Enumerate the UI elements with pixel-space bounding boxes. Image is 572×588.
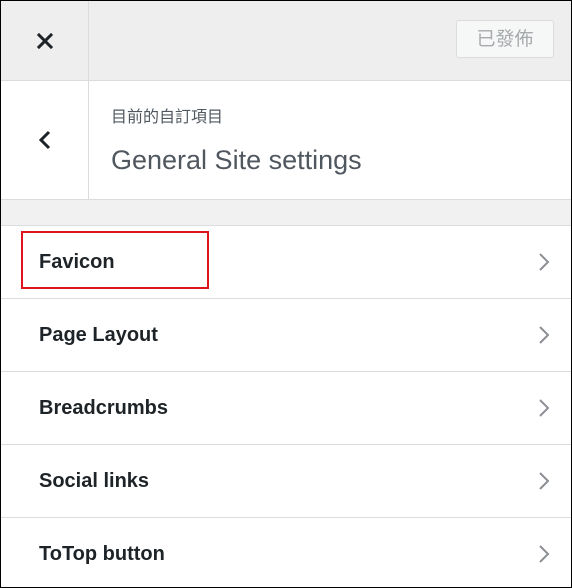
customizer-panel: 已發佈 目前的自訂項目 General Site settings Favico… bbox=[0, 0, 572, 588]
section-item-social-links[interactable]: Social links bbox=[1, 445, 571, 518]
chevron-right-icon bbox=[539, 399, 550, 417]
section-spacer bbox=[1, 200, 571, 226]
panel-header: 目前的自訂項目 General Site settings bbox=[1, 81, 571, 200]
panel-title: General Site settings bbox=[111, 145, 362, 175]
chevron-right-icon bbox=[539, 472, 550, 490]
chevron-right-icon bbox=[539, 253, 550, 271]
close-icon bbox=[36, 32, 53, 49]
back-button[interactable] bbox=[1, 81, 89, 199]
section-item-label: Favicon bbox=[39, 251, 115, 273]
section-item-page-layout[interactable]: Page Layout bbox=[1, 299, 571, 372]
close-button[interactable] bbox=[1, 1, 89, 80]
section-list: Favicon Page Layout Breadcrumbs Social l… bbox=[1, 226, 571, 587]
publish-button[interactable]: 已發佈 bbox=[456, 20, 554, 58]
chevron-right-icon bbox=[539, 545, 550, 563]
customizer-topbar: 已發佈 bbox=[1, 1, 571, 81]
breadcrumb: 目前的自訂項目 bbox=[111, 107, 224, 126]
section-item-label: Page Layout bbox=[39, 324, 158, 346]
section-item-label: Breadcrumbs bbox=[39, 397, 168, 419]
chevron-right-icon bbox=[539, 326, 550, 344]
chevron-left-icon bbox=[38, 130, 50, 150]
section-item-label: Social links bbox=[39, 470, 150, 492]
section-item-label: ToTop button bbox=[39, 543, 165, 565]
section-item-favicon[interactable]: Favicon bbox=[1, 226, 571, 299]
section-item-totop-button[interactable]: ToTop button bbox=[1, 518, 571, 587]
section-item-breadcrumbs[interactable]: Breadcrumbs bbox=[1, 372, 571, 445]
